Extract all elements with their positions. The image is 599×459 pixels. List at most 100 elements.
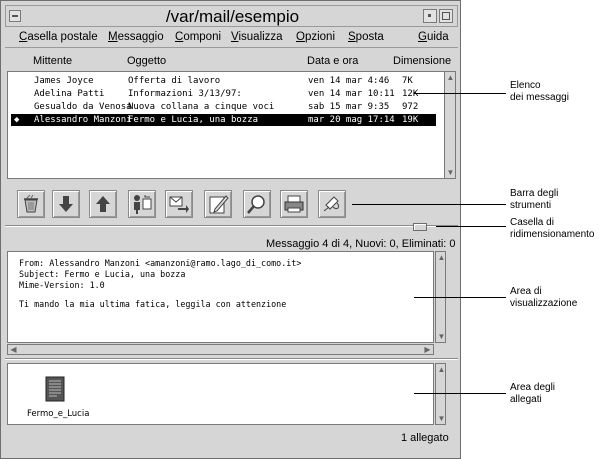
callout-line-resize xyxy=(436,226,506,227)
message-header-mime: Mime-Version: 1.0 xyxy=(19,280,105,290)
message-date: ven 14 mar 4:46 xyxy=(308,76,390,86)
find-button[interactable] xyxy=(243,190,271,218)
message-list: James Joyce Offerta di lavoro ven 14 mar… xyxy=(7,71,456,179)
message-subject: Fermo e Lucia, una bozza xyxy=(128,115,259,125)
callout-view-line1: Area di xyxy=(510,286,542,297)
message-marker: ◆ xyxy=(14,115,20,125)
message-view-hscroll[interactable]: ◀ ▶ xyxy=(7,344,434,355)
message-subject: Offerta di lavoro xyxy=(128,76,221,86)
message-status: Messaggio 4 di 4, Nuovi: 0, Eliminati: 0 xyxy=(266,238,456,250)
message-size: 7K xyxy=(402,76,413,86)
message-subject: Informazioni 3/13/97: xyxy=(128,89,242,99)
menu-opzioni[interactable]: Opzioni xyxy=(296,29,335,45)
callout-view-line2: visualizzazione xyxy=(510,298,578,309)
attach-button[interactable] xyxy=(318,190,346,218)
document-icon xyxy=(45,376,65,402)
message-row[interactable]: Gesualdo da Venosa Nuova collana a cinqu… xyxy=(11,101,436,113)
column-header-sender[interactable]: Mittente xyxy=(33,55,72,67)
callout-line-list xyxy=(414,93,506,94)
message-date: ven 14 mar 10:11 xyxy=(308,89,395,99)
attachment-area-vscroll[interactable]: ▲ ▼ xyxy=(435,363,446,425)
attachment-item[interactable]: Fermo_e_Lucia xyxy=(23,374,93,422)
forward-icon xyxy=(169,196,189,213)
menu-guida[interactable]: Guida xyxy=(418,29,449,45)
reply-button[interactable] xyxy=(128,190,156,218)
column-header-size[interactable]: Dimensione xyxy=(393,55,451,67)
callout-resize-line2: ridimensionamento xyxy=(510,229,595,240)
message-subject: Nuova collana a cinque voci xyxy=(128,102,275,112)
message-view: From: Alessandro Manzoni <amanzoni@ramo.… xyxy=(7,251,434,343)
message-sender: Alessandro Manzoni xyxy=(34,115,132,125)
callout-attach-line2: allegati xyxy=(510,394,542,405)
message-body-text: Ti mando la mia ultima fatica, leggila c… xyxy=(19,299,287,309)
menu-bar: Casella postale Messaggio Componi Visual… xyxy=(5,27,458,48)
message-row[interactable]: Adelina Patti Informazioni 3/13/97: ven … xyxy=(11,88,436,100)
delete-button[interactable] xyxy=(17,190,45,218)
message-header-subject: Subject: Fermo e Lucia, una bozza xyxy=(19,269,186,279)
trash-icon xyxy=(24,194,38,213)
scroll-left-icon[interactable]: ◀ xyxy=(8,344,19,355)
scroll-down-icon[interactable]: ▼ xyxy=(436,331,447,342)
callout-view: Area di visualizzazione xyxy=(510,286,577,310)
menu-visualizza[interactable]: Visualizza xyxy=(231,29,283,45)
callout-line-toolbar xyxy=(352,204,506,205)
message-sender: Gesualdo da Venosa xyxy=(34,102,132,112)
menu-casella-postale[interactable]: Casella postale xyxy=(19,29,98,45)
compose-button[interactable] xyxy=(204,190,232,218)
callout-resize-line1: Casella di xyxy=(510,217,554,228)
attachment-area: Fermo_e_Lucia xyxy=(7,363,434,425)
message-header-from: From: Alessandro Manzoni <amanzoni@ramo.… xyxy=(19,258,302,268)
callout-attach: Area degli allegati xyxy=(510,382,555,406)
column-header-date[interactable]: Data e ora xyxy=(307,55,358,67)
message-date: mar 20 mag 17:14 xyxy=(308,115,395,125)
callout-toolbar-line1: Barra degli xyxy=(510,188,559,199)
magnifier-icon xyxy=(247,195,265,214)
maximize-icon[interactable] xyxy=(439,9,453,23)
toolbar-separator xyxy=(5,225,458,227)
menu-componi[interactable]: Componi xyxy=(175,29,221,45)
printer-icon xyxy=(284,195,304,213)
arrow-down-icon xyxy=(59,196,73,212)
message-sender: Adelina Patti xyxy=(34,89,105,99)
scroll-down-icon[interactable]: ▼ xyxy=(445,167,455,178)
callout-toolbar-line2: strumenti xyxy=(510,200,552,211)
callout-attach-line1: Area degli xyxy=(510,382,556,393)
reply-icon xyxy=(134,195,152,214)
mailer-window: /var/mail/esempio Casella postale Messag… xyxy=(0,0,461,459)
scroll-down-icon[interactable]: ▼ xyxy=(436,413,447,424)
title-bar[interactable]: /var/mail/esempio xyxy=(5,5,458,27)
message-row-selected[interactable]: ◆ Alessandro Manzoni Fermo e Lucia, una … xyxy=(11,114,436,126)
menu-messaggio[interactable]: Messaggio xyxy=(108,29,164,45)
arrow-up-icon xyxy=(96,196,110,212)
resize-handle[interactable] xyxy=(413,223,427,231)
message-list-scrollbar[interactable]: ▲ ▼ xyxy=(444,72,455,178)
attachment-separator xyxy=(5,358,458,360)
message-size: 972 xyxy=(402,102,419,112)
menu-sposta[interactable]: Sposta xyxy=(348,29,384,45)
message-row[interactable]: James Joyce Offerta di lavoro ven 14 mar… xyxy=(11,75,436,87)
callout-line-view xyxy=(414,297,506,298)
next-button[interactable] xyxy=(52,190,80,218)
callout-resize: Casella di ridimensionamento xyxy=(510,217,595,241)
message-size: 12K xyxy=(402,89,419,99)
window-title: /var/mail/esempio xyxy=(165,7,300,26)
scroll-up-icon[interactable]: ▲ xyxy=(445,72,455,83)
minimize-icon[interactable] xyxy=(423,9,437,23)
attachment-count: 1 allegato xyxy=(401,432,449,444)
scroll-up-icon[interactable]: ▲ xyxy=(436,364,447,375)
column-header-subject[interactable]: Oggetto xyxy=(127,55,166,67)
callout-line-attach xyxy=(414,393,506,394)
compose-icon xyxy=(209,195,229,214)
attachment-name: Fermo_e_Lucia xyxy=(27,409,90,419)
print-button[interactable] xyxy=(280,190,308,218)
callout-toolbar: Barra degli strumenti xyxy=(510,188,558,212)
message-date: sab 15 mar 9:35 xyxy=(308,102,390,112)
previous-button[interactable] xyxy=(89,190,117,218)
scroll-right-icon[interactable]: ▶ xyxy=(422,344,433,355)
message-size: 19K xyxy=(402,115,419,125)
window-menu-icon[interactable] xyxy=(9,10,21,22)
callout-list-line2: dei messaggi xyxy=(510,92,569,103)
message-sender: James Joyce xyxy=(34,76,94,86)
forward-button[interactable] xyxy=(165,190,193,218)
scroll-up-icon[interactable]: ▲ xyxy=(436,252,447,263)
